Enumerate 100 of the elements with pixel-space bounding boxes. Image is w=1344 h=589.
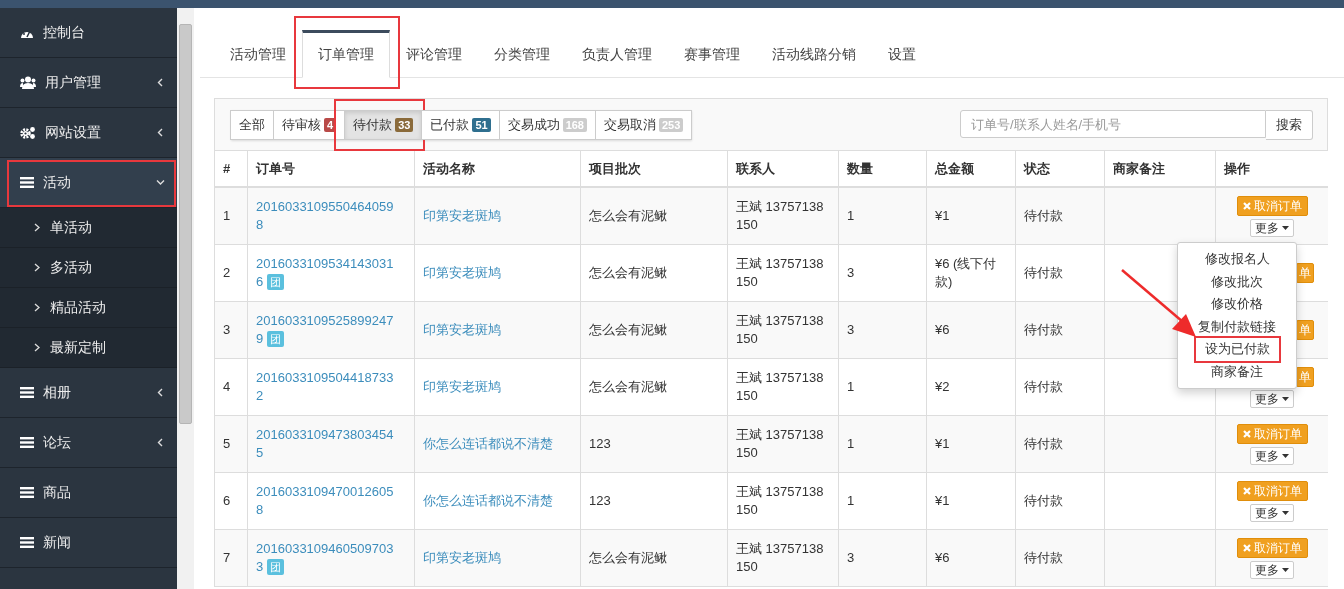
menu-item[interactable]: 商家备注 — [1205, 360, 1269, 383]
tab[interactable]: 赛事管理 — [668, 30, 756, 78]
caret-icon — [1282, 510, 1289, 515]
group-badge: 团 — [267, 559, 285, 575]
order-number-link[interactable]: 5 — [256, 445, 264, 460]
column-header: 联系人 — [727, 150, 839, 187]
table-cell: 王斌 13757138150 — [727, 358, 839, 416]
order-number-link[interactable]: 2016033109504418733 — [256, 370, 394, 385]
sidebar-label: 商品 — [43, 483, 72, 502]
filter-button[interactable]: 待审核 4 — [273, 110, 346, 140]
order-number-link[interactable]: 3 — [256, 559, 264, 574]
submenu-item[interactable]: 精品活动 — [0, 288, 177, 328]
menu-item[interactable]: 修改批次 — [1205, 270, 1269, 293]
column-header: 订单号 — [247, 150, 415, 187]
table-cell: 1 — [838, 187, 927, 245]
more-dropdown-button[interactable]: 更多 — [1250, 218, 1294, 237]
scrollbar[interactable] — [177, 8, 194, 589]
order-number-link[interactable]: 2016033109473803454 — [256, 427, 394, 442]
order-number-link[interactable]: 9 — [256, 331, 264, 346]
table-cell: ¥1 — [926, 187, 1016, 245]
table-cell: 3 — [838, 244, 927, 302]
order-number-link[interactable]: 2016033109460509703 — [256, 541, 394, 556]
sidebar-label: 控制台 — [43, 23, 86, 42]
more-dropdown-button[interactable]: 更多 — [1250, 503, 1294, 522]
menu-item[interactable]: 修改价格 — [1205, 293, 1269, 316]
submenu-label: 多活动 — [50, 258, 92, 277]
menu-item[interactable]: 复制付款链接 — [1192, 315, 1282, 338]
table-cell: 1 — [838, 358, 927, 416]
table-cell: 3 — [838, 301, 927, 359]
tab[interactable]: 活动管理 — [214, 30, 302, 78]
menu-icon — [20, 487, 34, 498]
menu-icon — [20, 537, 34, 548]
filter-button[interactable]: 待付款 33 — [344, 110, 423, 140]
activity-link[interactable]: 印第安老斑鸠 — [423, 379, 501, 394]
group-badge: 团 — [267, 274, 285, 290]
more-dropdown-button[interactable]: 更多 — [1250, 389, 1294, 408]
table-cell: 怎么会有泥鳅 — [580, 244, 728, 302]
table-cell: 待付款 — [1015, 415, 1105, 473]
more-dropdown-button[interactable]: 更多 — [1250, 446, 1294, 465]
chevron-icon — [34, 343, 40, 352]
users-icon — [20, 76, 36, 89]
order-number-link[interactable]: 8 — [256, 502, 264, 517]
caret-icon — [1282, 453, 1289, 458]
row-number: 2 — [215, 244, 248, 302]
more-dropdown-button[interactable]: 更多 — [1250, 560, 1294, 579]
chevron-icon — [34, 263, 40, 272]
tab[interactable]: 分类管理 — [478, 30, 566, 78]
table-cell: 待付款 — [1015, 301, 1105, 359]
submenu-item[interactable]: 最新定制 — [0, 328, 177, 368]
order-number-link[interactable]: 2 — [256, 388, 264, 403]
chevron-icon — [156, 78, 165, 87]
menu-icon — [20, 177, 34, 188]
filter-button[interactable]: 全部 — [230, 110, 274, 140]
row-number: 5 — [215, 415, 248, 473]
submenu-item[interactable]: 多活动 — [0, 248, 177, 288]
menu-item[interactable]: 修改报名人 — [1198, 248, 1276, 271]
sidebar-label: 活动 — [43, 173, 72, 192]
table-cell: 待付款 — [1015, 472, 1105, 530]
table-cell: ¥6 (线下付款) — [926, 244, 1016, 302]
activity-link[interactable]: 印第安老斑鸠 — [423, 265, 501, 280]
chevron-icon — [34, 303, 40, 312]
submenu-item[interactable]: 单活动 — [0, 208, 177, 248]
tab[interactable]: 负责人管理 — [566, 30, 668, 78]
caret-icon — [1282, 396, 1289, 401]
table-cell: 怎么会有泥鳅 — [580, 187, 728, 245]
close-icon — [1242, 543, 1251, 552]
search-button[interactable]: 搜索 — [1266, 110, 1313, 140]
table-cell: 王斌 13757138150 — [727, 244, 839, 302]
table-cell: 待付款 — [1015, 244, 1105, 302]
sidebar-label: 新闻 — [43, 533, 72, 552]
tab[interactable]: 评论管理 — [390, 30, 478, 78]
order-number-link[interactable]: 2016033109470012605 — [256, 484, 394, 499]
group-badge: 团 — [267, 331, 285, 347]
search-field[interactable]: 订单号/联系人姓名/手机号 — [960, 110, 1266, 138]
tab[interactable]: 活动线路分销 — [756, 30, 872, 78]
menu-item[interactable]: 设为已付款 — [1198, 338, 1276, 361]
sidebar-label: 用户管理 — [45, 73, 102, 92]
row-number: 4 — [215, 358, 248, 416]
table-cell: 王斌 13757138150 — [727, 415, 839, 473]
order-number-link[interactable]: 2016033109525899247 — [256, 313, 394, 328]
row-number: 6 — [215, 472, 248, 530]
table-cell: 王斌 13757138150 — [727, 472, 839, 530]
tab[interactable]: 设置 — [872, 30, 932, 78]
row-number: 3 — [215, 301, 248, 359]
table-cell: 待付款 — [1015, 529, 1105, 587]
table-cell: 123 — [580, 472, 728, 530]
activity-link[interactable]: 印第安老斑鸠 — [423, 322, 501, 337]
order-number-link[interactable]: 2016033109534143031 — [256, 256, 394, 271]
chevron-icon — [156, 128, 165, 137]
order-number-link[interactable]: 6 — [256, 274, 264, 289]
filter-button[interactable]: 已付款 51 — [421, 110, 500, 140]
order-number-link[interactable]: 2016033109550464059 — [256, 199, 394, 214]
activity-link[interactable]: 印第安老斑鸠 — [423, 550, 501, 565]
order-number-link[interactable]: 8 — [256, 217, 264, 232]
table-cell: ¥2 — [926, 358, 1016, 416]
tab[interactable]: 订单管理 — [302, 30, 390, 78]
close-icon — [1242, 429, 1251, 438]
activity-link[interactable]: 印第安老斑鸠 — [423, 208, 501, 223]
column-header: 项目批次 — [580, 150, 728, 187]
sidebar-item[interactable]: 活动 — [0, 158, 177, 208]
